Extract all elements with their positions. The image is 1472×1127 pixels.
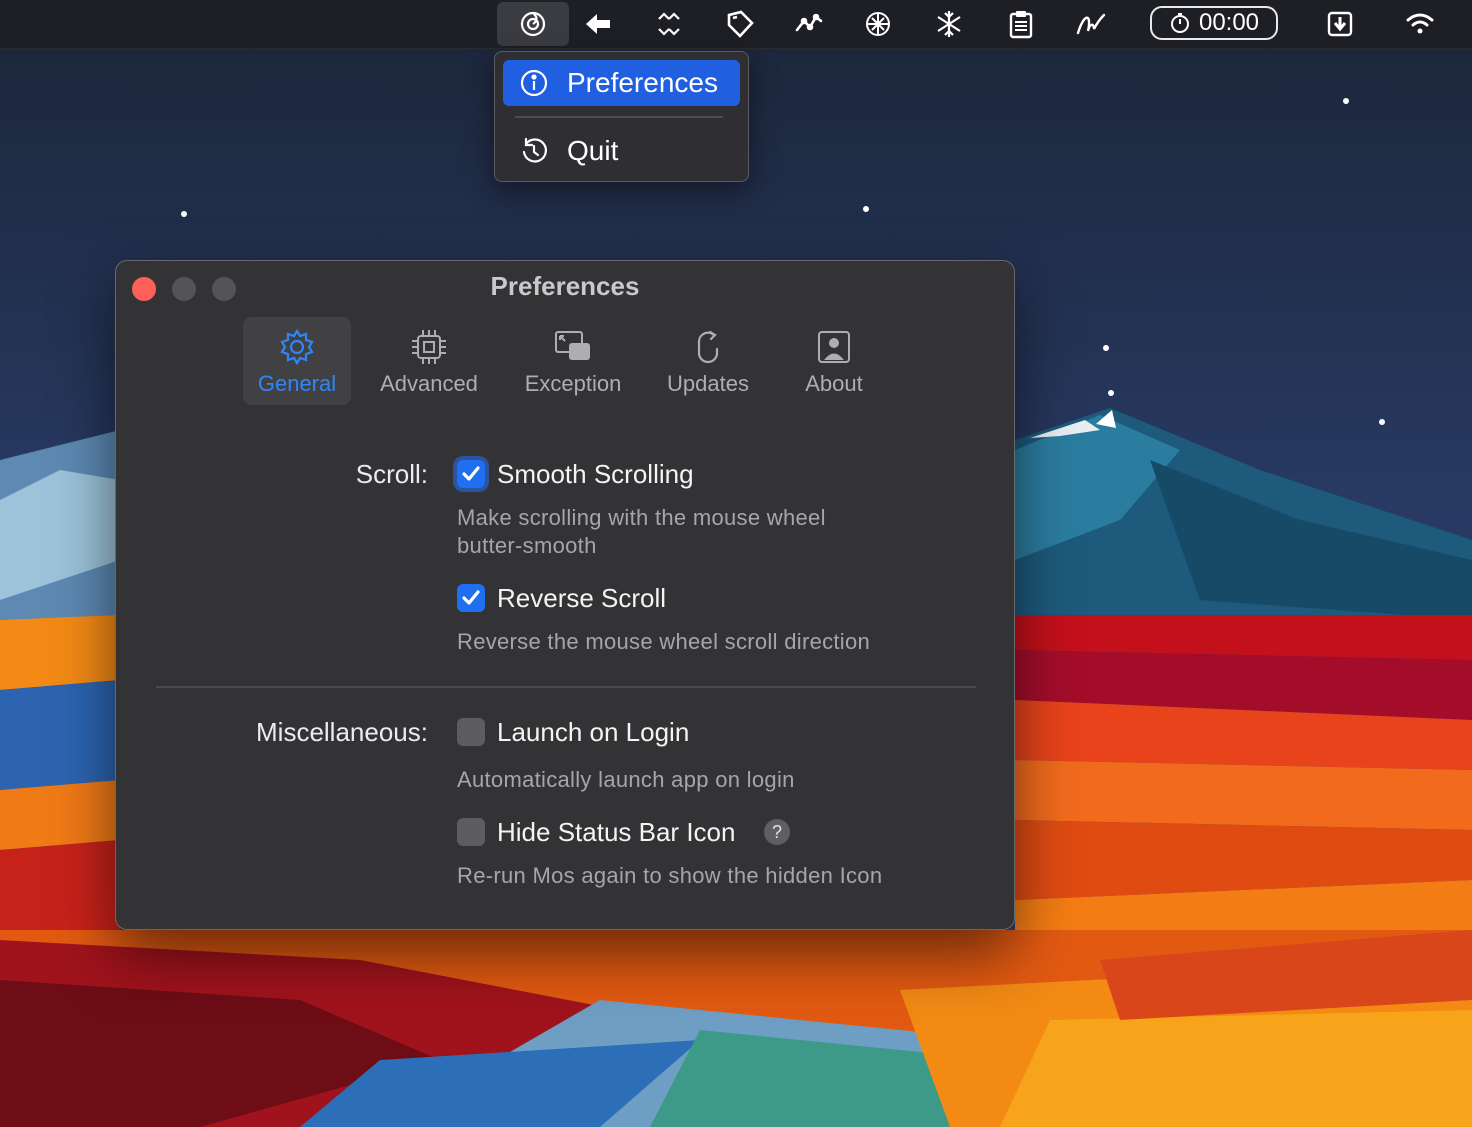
reverse-scroll-checkbox[interactable] [457,584,485,612]
expand-arrows-icon[interactable] [651,6,687,42]
snowflake-icon[interactable] [931,6,967,42]
launch-on-login-label[interactable]: Launch on Login [497,717,689,748]
signature-icon[interactable] [1073,6,1109,42]
info-icon [519,68,549,98]
tag-icon[interactable] [722,6,758,42]
menu-item-label: Quit [567,135,619,166]
menu-separator [515,116,723,118]
section-divider [156,686,976,688]
stopwatch-icon [1169,12,1191,34]
cpu-icon [409,317,449,371]
reverse-scroll-label[interactable]: Reverse Scroll [497,583,666,614]
menu-item-label: Preferences [567,67,718,98]
menu-item-quit[interactable]: Quit [503,128,740,174]
tab-label: Exception [524,371,622,396]
tab-label: About [805,371,863,396]
restart-icon [519,136,549,166]
tab-label: Advanced [380,371,478,396]
smooth-scrolling-label[interactable]: Smooth Scrolling [497,459,694,490]
clipboard-icon[interactable] [1003,6,1039,42]
hide-status-bar-icon-checkbox[interactable] [457,818,485,846]
hide-status-bar-icon-label[interactable]: Hide Status Bar Icon [497,817,735,848]
tab-advanced[interactable]: Advanced [374,317,484,405]
menu-bar: 00:00 [0,0,1472,49]
stopwatch-timer[interactable]: 00:00 [1150,6,1278,40]
miscellaneous-section-label: Miscellaneous: [256,717,428,747]
mos-icon[interactable] [515,6,551,42]
launch-on-login-description: Automatically launch app on login [457,767,795,792]
help-button[interactable]: ? [764,819,790,845]
wifi-icon[interactable] [1402,6,1438,42]
tab-about[interactable]: About [792,317,876,405]
smooth-scrolling-description: Make scrolling with the mouse wheel butt… [457,505,826,558]
checkmark-icon [462,590,480,605]
download-icon[interactable] [1322,6,1358,42]
activity-graph-icon[interactable] [791,6,827,42]
windows-icon [553,317,593,371]
tab-label: General [257,371,337,396]
menu-item-preferences[interactable]: Preferences [503,60,740,106]
gear-icon [277,317,317,371]
tab-exception[interactable]: Exception [516,317,630,405]
hide-status-bar-icon-description: Re-run Mos again to show the hidden Icon [457,863,883,888]
mos-dropdown-menu: Preferences Quit [494,51,749,182]
tab-label: Updates [667,371,749,396]
person-icon [814,317,854,371]
smooth-scrolling-checkbox[interactable] [457,460,485,488]
back-arrow-icon[interactable] [580,6,616,42]
mouse-refresh-icon [688,317,728,371]
checkmark-icon [462,466,480,481]
scroll-section-label: Scroll: [355,459,428,489]
preferences-window: Preferences General Advanced Exception U… [115,260,1015,930]
reverse-scroll-description: Reverse the mouse wheel scroll direction [457,629,871,654]
window-title: Preferences [490,271,640,301]
tab-updates[interactable]: Updates [658,317,758,405]
launch-on-login-checkbox[interactable] [457,718,485,746]
timer-value: 00:00 [1198,9,1260,36]
tab-general[interactable]: General [243,317,351,405]
openai-icon[interactable] [860,6,896,42]
